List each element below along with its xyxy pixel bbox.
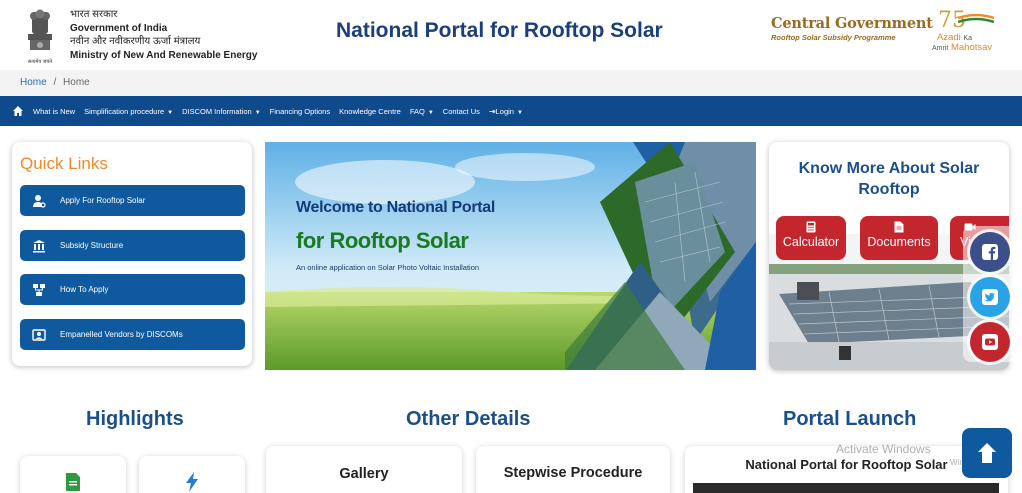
gallery-card[interactable]: Gallery — [266, 446, 462, 493]
breadcrumb-current: Home — [63, 77, 90, 88]
arrow-up-icon — [978, 443, 996, 463]
site-header: सत्यमेव जयते भारत सरकार Government of In… — [0, 0, 1022, 70]
banner-subtitle-text: An online application on Solar Photo Vol… — [296, 263, 480, 272]
nav-simplification-procedure[interactable]: Simplification procedure ▼ — [84, 107, 173, 116]
caret-down-icon: ▼ — [427, 109, 434, 116]
building-icon — [33, 239, 45, 252]
government-text: भारत सरकार Government of India नवीन और न… — [70, 8, 257, 62]
calculator-icon — [806, 221, 816, 233]
nav-simplification-label: Simplification procedure — [84, 106, 165, 116]
stepwise-procedure-card[interactable]: Stepwise Procedure — [476, 446, 670, 493]
nav-login-label: Login — [495, 106, 514, 116]
stepwise-card-title: Stepwise Procedure — [503, 465, 643, 481]
empanelled-vendors-label: Empanelled Vendors by DISCOMs — [60, 330, 183, 339]
know-more-title-line2: Rooftop — [858, 181, 920, 198]
amrit-word: Amrit — [932, 45, 949, 52]
home-icon[interactable] — [12, 105, 24, 117]
documents-button[interactable]: Documents — [860, 216, 938, 260]
ministry-english: Ministry of New And Renewable Energy — [70, 49, 258, 61]
know-more-title: Know More About Solar Rooftop — [769, 158, 1009, 200]
main-navbar: What is New Simplification procedure ▼ DI… — [0, 96, 1022, 126]
ka-word: Ka — [963, 35, 972, 42]
nav-login[interactable]: ⇥Login ▼ — [489, 107, 523, 116]
nav-knowledge-centre[interactable]: Knowledge Centre — [339, 107, 401, 116]
nav-contact-us[interactable]: Contact Us — [443, 107, 480, 116]
emblem-motto: सत्यमेव जयते — [27, 59, 53, 65]
know-more-title-line1: Know More About Solar — [798, 160, 980, 177]
quick-links-title: Quick Links — [20, 154, 108, 173]
activate-windows-watermark: Activate Windows — [836, 442, 931, 456]
gov-hindi: भारत सरकार — [70, 9, 118, 20]
how-to-apply-button[interactable]: How To Apply — [20, 274, 245, 305]
nav-discom-label: DISCOM Information — [182, 106, 252, 116]
portal-launch-video-thumbnail[interactable] — [693, 483, 999, 493]
breadcrumb-home-link[interactable]: Home — [20, 77, 47, 88]
how-to-apply-label: How To Apply — [60, 285, 109, 294]
banner-background-image — [265, 142, 756, 370]
nav-faq[interactable]: FAQ ▼ — [410, 107, 434, 116]
highlight-card-documents[interactable] — [20, 456, 126, 493]
azadi-line2: Amrit Mahotsav — [932, 42, 992, 53]
cg-logo-line2: Rooftop Solar Subsidy Programme — [771, 33, 896, 42]
other-details-heading: Other Details — [406, 408, 531, 430]
page-title: National Portal for Rooftop Solar — [336, 19, 663, 42]
network-icon — [33, 283, 45, 296]
ministry-hindi: नवीन और नवीकरणीय ऊर्जा मंत्रालय — [70, 36, 201, 47]
gallery-card-title: Gallery — [339, 466, 389, 482]
hero-banner: Welcome to National Portal for Rooftop S… — [265, 142, 756, 370]
national-emblem-icon — [28, 9, 52, 50]
highlight-card-energy[interactable] — [139, 456, 245, 493]
nav-financing-options[interactable]: Financing Options — [270, 107, 330, 116]
facebook-icon[interactable] — [970, 232, 1010, 272]
lightning-bolt-icon — [186, 472, 198, 492]
document-icon — [894, 221, 904, 233]
gov-english: Government of India — [70, 22, 168, 34]
apply-rooftop-solar-button[interactable]: Apply For Rooftop Solar — [20, 185, 245, 216]
documents-label: Documents — [867, 235, 931, 249]
id-card-icon — [32, 328, 46, 341]
subsidy-structure-button[interactable]: Subsidy Structure — [20, 230, 245, 261]
central-government-logo: Central Government Rooftop Solar Subsidy… — [771, 15, 933, 42]
banner-welcome-text: Welcome to National Portal — [296, 199, 496, 216]
nav-what-is-new[interactable]: What is New — [33, 107, 75, 116]
nav-discom-information[interactable]: DISCOM Information ▼ — [182, 107, 261, 116]
mahotsav-word: Mahotsav — [950, 42, 993, 53]
file-sheet-icon — [66, 473, 80, 491]
highlights-heading: Highlights — [86, 408, 184, 430]
banner-title-text: for Rooftop Solar — [296, 228, 469, 253]
cg-logo-line1: Central Government — [771, 15, 933, 32]
calculator-label: Calculator — [782, 235, 840, 249]
empanelled-vendors-button[interactable]: Empanelled Vendors by DISCOMs — [20, 319, 245, 350]
quick-links-panel: Quick Links Apply For Rooftop Solar Subs… — [12, 142, 252, 366]
caret-down-icon: ▼ — [167, 109, 174, 116]
twitter-icon[interactable] — [970, 277, 1010, 317]
breadcrumb: Home / Home — [0, 70, 1022, 96]
apply-rooftop-solar-label: Apply For Rooftop Solar — [60, 196, 146, 205]
portal-launch-heading: Portal Launch — [783, 408, 917, 430]
nav-faq-label: FAQ — [409, 106, 425, 116]
login-icon: ⇥ — [488, 106, 496, 116]
azadi-ka-amrit-mahotsav-logo: 75 Azadi Ka Amrit Mahotsav — [932, 8, 1012, 58]
tricolor-flag-icon — [958, 14, 994, 24]
calculator-button[interactable]: Calculator — [776, 216, 846, 260]
caret-down-icon: ▼ — [254, 109, 261, 116]
breadcrumb-separator: / — [53, 77, 57, 88]
youtube-icon[interactable] — [970, 322, 1010, 362]
scroll-to-top-button[interactable] — [962, 428, 1012, 478]
caret-down-icon: ▼ — [516, 109, 523, 116]
user-gear-icon — [33, 194, 46, 208]
subsidy-structure-label: Subsidy Structure — [60, 241, 124, 250]
